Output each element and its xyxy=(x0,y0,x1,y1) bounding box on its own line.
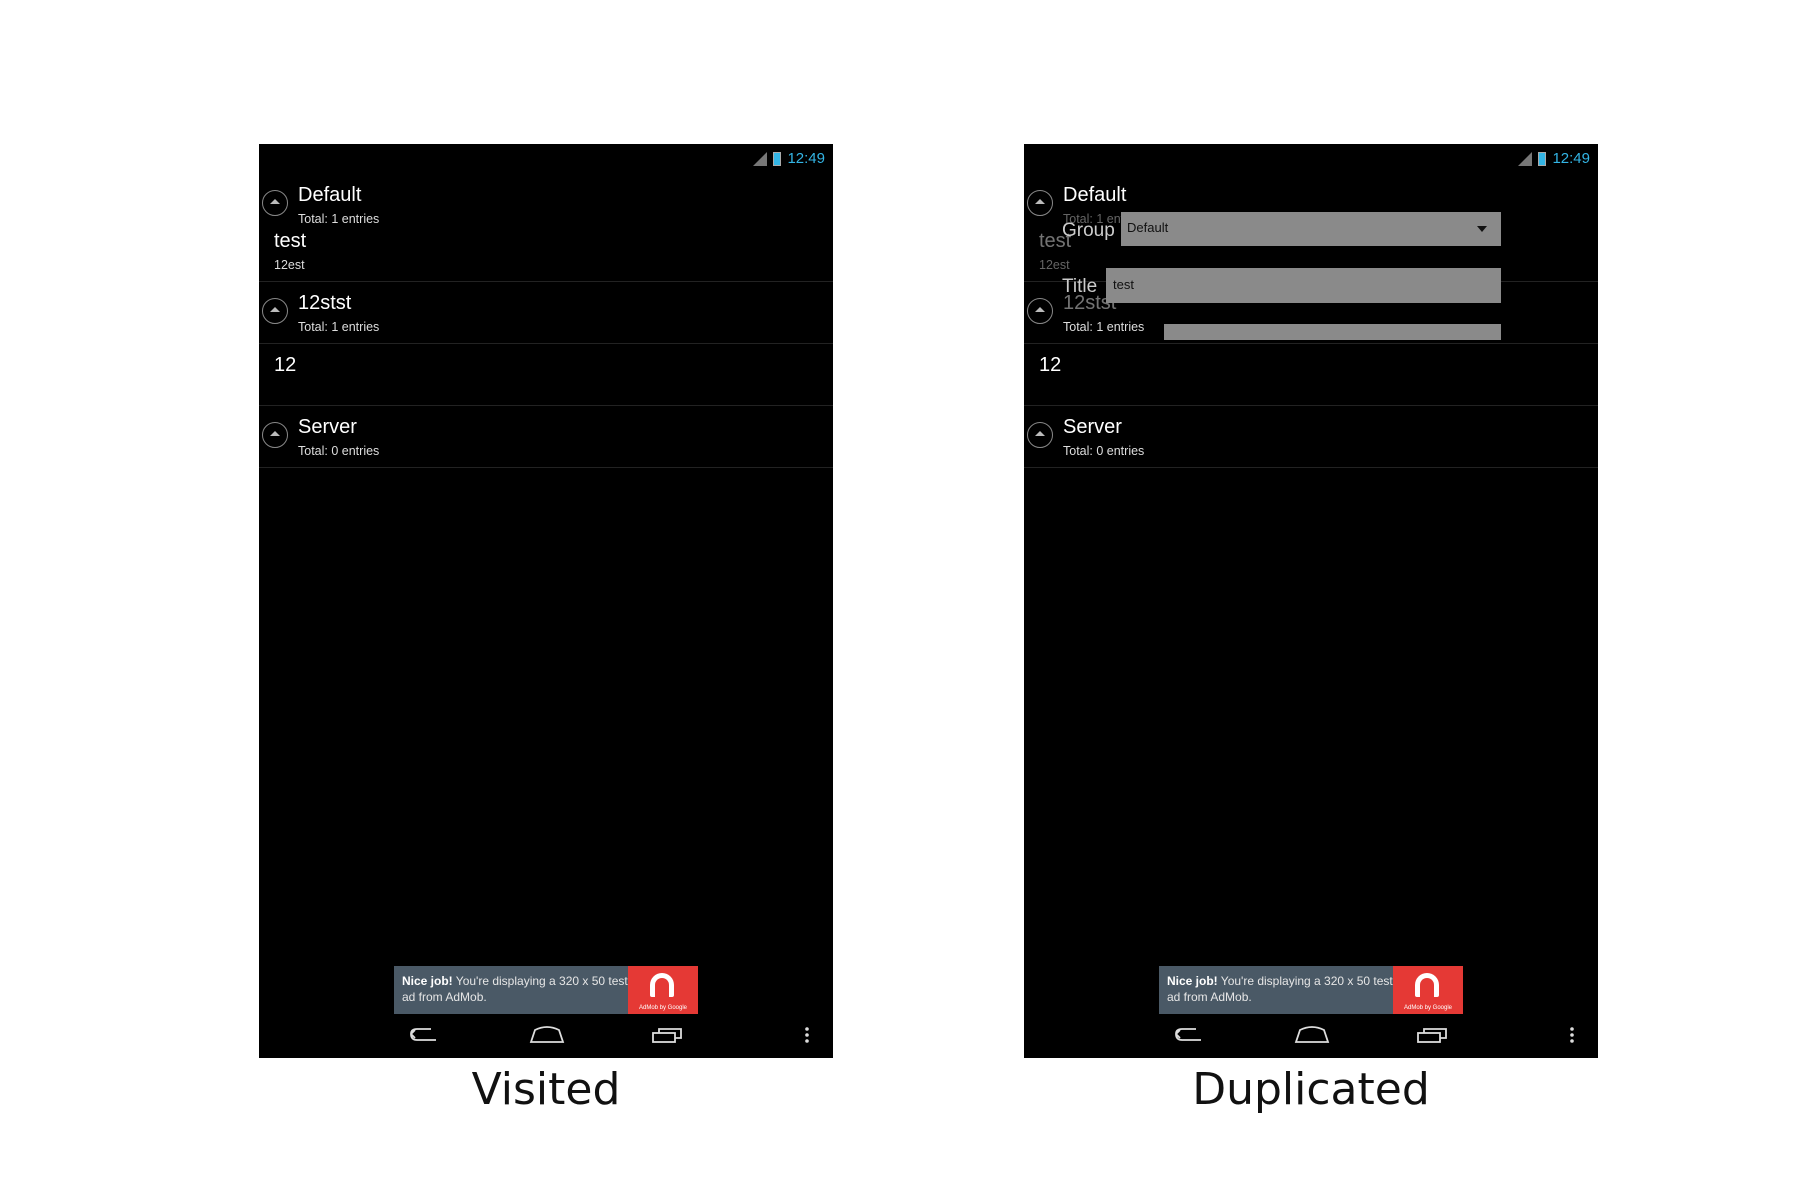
overflow-menu-icon[interactable] xyxy=(805,1026,809,1044)
entry-title: 12 xyxy=(1039,354,1062,376)
entry-title: test xyxy=(274,230,307,252)
home-icon[interactable] xyxy=(529,1026,565,1044)
panel-caption: Visited xyxy=(471,1064,621,1115)
entry-title: 12 xyxy=(274,354,297,376)
visited-panel: 12:49 Default Total: 1 entries test 12es… xyxy=(259,0,833,1200)
collapse-icon[interactable] xyxy=(1027,422,1053,448)
battery-icon xyxy=(773,151,782,166)
admob-logo-icon xyxy=(1415,973,1439,997)
clock: 12:49 xyxy=(787,150,825,167)
collapse-icon[interactable] xyxy=(262,298,288,324)
back-icon[interactable] xyxy=(1174,1026,1204,1042)
collapse-icon[interactable] xyxy=(1027,298,1053,324)
entry-subtitle: 12est xyxy=(274,258,305,272)
group-dropdown-value: Default xyxy=(1127,220,1169,235)
admob-logo: AdMob by Google xyxy=(1393,966,1463,1014)
group-title: 12stst xyxy=(298,292,352,314)
entry-subtitle: 12est xyxy=(1039,258,1070,272)
duplicated-panel: 12:49 Default Total: 1 entries test 12es… xyxy=(1024,0,1598,1200)
clock: 12:49 xyxy=(1552,150,1590,167)
title-field-label: Title xyxy=(1062,276,1098,297)
panel-caption: Duplicated xyxy=(1192,1064,1430,1115)
recent-apps-icon[interactable] xyxy=(651,1026,683,1044)
group-subtitle: Total: 0 entries xyxy=(298,444,380,458)
admob-logo-icon xyxy=(650,973,674,997)
status-bar: 12:49 xyxy=(259,144,833,174)
admob-banner[interactable]: Nice job! You're displaying a 320 x 50 t… xyxy=(394,966,698,1014)
nav-bar xyxy=(259,1014,833,1058)
ad-bold-text: Nice job! xyxy=(1167,974,1218,988)
group-subtitle: Total: 1 entries xyxy=(1063,320,1145,334)
nav-bar xyxy=(1024,1014,1598,1058)
group-row-server[interactable]: Server Total: 0 entries xyxy=(259,406,833,468)
home-icon[interactable] xyxy=(1294,1026,1330,1044)
group-dropdown[interactable]: Default xyxy=(1121,212,1501,246)
collapse-icon[interactable] xyxy=(262,422,288,448)
ad-bold-text: Nice job! xyxy=(402,974,453,988)
admob-logo-caption: AdMob by Google xyxy=(1403,1005,1453,1011)
group-title: Server xyxy=(298,416,357,438)
entry-row-12[interactable]: 12 xyxy=(259,344,833,406)
title-input-value: test xyxy=(1113,277,1134,292)
group-row-server[interactable]: Server Total: 0 entries xyxy=(1024,406,1598,468)
signal-icon xyxy=(1516,151,1533,166)
group-row-12stst[interactable]: 12stst Total: 1 entries xyxy=(259,282,833,344)
title-input[interactable]: test xyxy=(1106,268,1501,303)
status-bar: 12:49 xyxy=(1024,144,1598,174)
overflow-menu-icon[interactable] xyxy=(1570,1026,1574,1044)
entry-row-test[interactable]: test 12est xyxy=(259,220,833,282)
collapse-icon[interactable] xyxy=(262,190,288,216)
phone-screen: 12:49 Default Total: 1 entries test 12es… xyxy=(259,144,833,1058)
entry-row-12[interactable]: 12 xyxy=(1024,344,1598,406)
admob-banner[interactable]: Nice job! You're displaying a 320 x 50 t… xyxy=(1159,966,1463,1014)
group-row-default[interactable]: Default Total: 1 entries xyxy=(259,174,833,226)
collapse-icon[interactable] xyxy=(1027,190,1053,216)
back-icon[interactable] xyxy=(409,1026,439,1042)
group-subtitle: Total: 1 entries xyxy=(298,320,380,334)
battery-icon xyxy=(1538,151,1547,166)
group-field-label: Group xyxy=(1062,220,1115,241)
group-subtitle: Total: 0 entries xyxy=(1063,444,1145,458)
phone-screen: 12:49 Default Total: 1 entries test 12es… xyxy=(1024,144,1598,1058)
ghost-input-field[interactable] xyxy=(1164,324,1501,340)
dropdown-arrow-icon xyxy=(1477,226,1487,232)
recent-apps-icon[interactable] xyxy=(1416,1026,1448,1044)
signal-icon xyxy=(751,151,768,166)
group-title: Default xyxy=(1063,184,1127,206)
admob-logo-caption: AdMob by Google xyxy=(638,1005,688,1011)
group-title: Server xyxy=(1063,416,1122,438)
group-title: Default xyxy=(298,184,362,206)
admob-logo: AdMob by Google xyxy=(628,966,698,1014)
